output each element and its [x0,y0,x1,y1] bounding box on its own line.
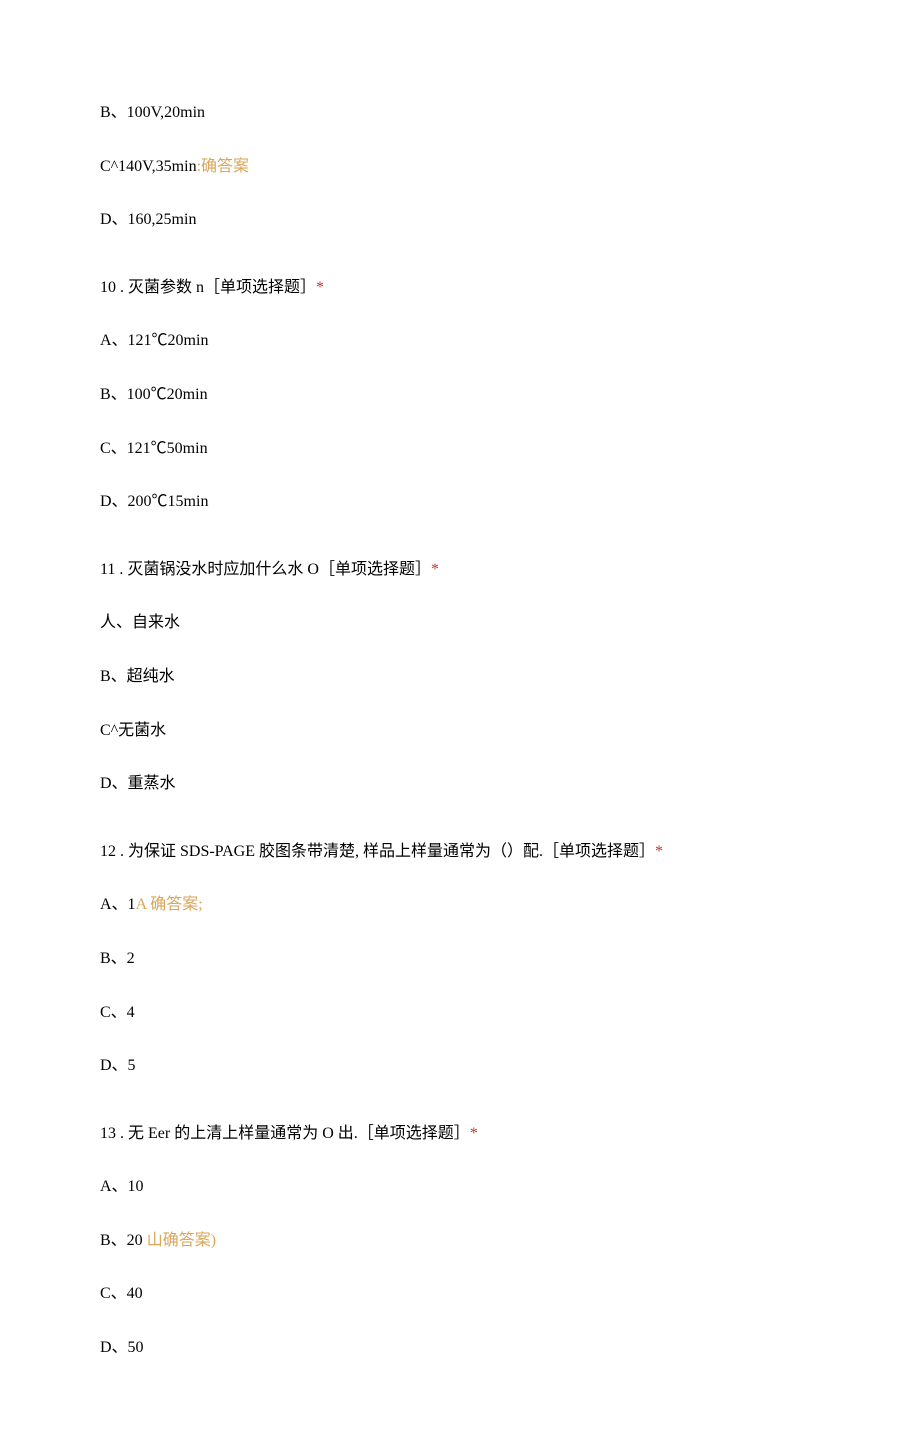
text: C、4 [100,1004,135,1021]
text: 10 . 灭菌参数 n［单项选择题］ [100,279,316,296]
answer-highlight: A 确答案; [136,896,203,913]
option-text: B、2 [100,946,820,972]
option-text: C、121℃50min [100,436,820,462]
text: C^无菌水 [100,722,166,739]
asterisk-icon: * [316,279,324,296]
text: B、100℃20min [100,386,208,403]
text: D、200℃15min [100,493,208,510]
text: A、10 [100,1178,144,1195]
text: 12 . 为保证 SDS-PAGE 胶图条带清楚, 样品上样量通常为（）配.［单… [100,843,655,860]
answer-highlight: :确答案 [197,158,249,175]
option-text: A、121℃20min [100,328,820,354]
text: B、2 [100,950,135,967]
text: B、超纯水 [100,668,175,685]
option-text: D、重蒸水 [100,771,820,797]
answer-highlight: 山确答案) [147,1232,216,1249]
option-text: C、40 [100,1281,820,1307]
text: 13 . 无 Eer 的上清上样量通常为 O 出.［单项选择题］ [100,1125,470,1142]
text: D、5 [100,1057,136,1074]
text: 11 . 灭菌锅没水时应加什么水 O［单项选择题］ [100,561,431,578]
option-text: A、1A 确答案; [100,892,820,918]
text: D、50 [100,1339,144,1356]
asterisk-icon: * [470,1125,478,1142]
option-text: B、100℃20min [100,382,820,408]
text: C^140V,35min [100,158,197,175]
question-13: 13 . 无 Eer 的上清上样量通常为 O 出.［单项选择题］* [100,1121,820,1147]
text: 人、自来水 [100,614,180,631]
question-11: 11 . 灭菌锅没水时应加什么水 O［单项选择题］* [100,557,820,583]
option-text: B、20 山确答案) [100,1228,820,1254]
option-text: C、4 [100,1000,820,1026]
text: C、121℃50min [100,440,208,457]
question-12: 12 . 为保证 SDS-PAGE 胶图条带清楚, 样品上样量通常为（）配.［单… [100,839,820,865]
asterisk-icon: * [431,561,439,578]
text: B、100V,20min [100,104,205,121]
option-text: A、10 [100,1174,820,1200]
text: D、重蒸水 [100,775,176,792]
text: B、20 [100,1232,147,1249]
option-text: D、160,25min [100,207,820,233]
asterisk-icon: * [655,843,663,860]
text: A、121℃20min [100,332,208,349]
option-text: C^无菌水 [100,718,820,744]
option-text: D、200℃15min [100,489,820,515]
text: D、160,25min [100,211,196,228]
option-text: D、50 [100,1335,820,1361]
option-text: D、5 [100,1053,820,1079]
question-10: 10 . 灭菌参数 n［单项选择题］* [100,275,820,301]
option-text: B、100V,20min [100,100,820,126]
option-text: C^140V,35min:确答案 [100,154,820,180]
text: C、40 [100,1285,143,1302]
option-text: 人、自来水 [100,610,820,636]
text: A、1 [100,896,136,913]
option-text: B、超纯水 [100,664,820,690]
